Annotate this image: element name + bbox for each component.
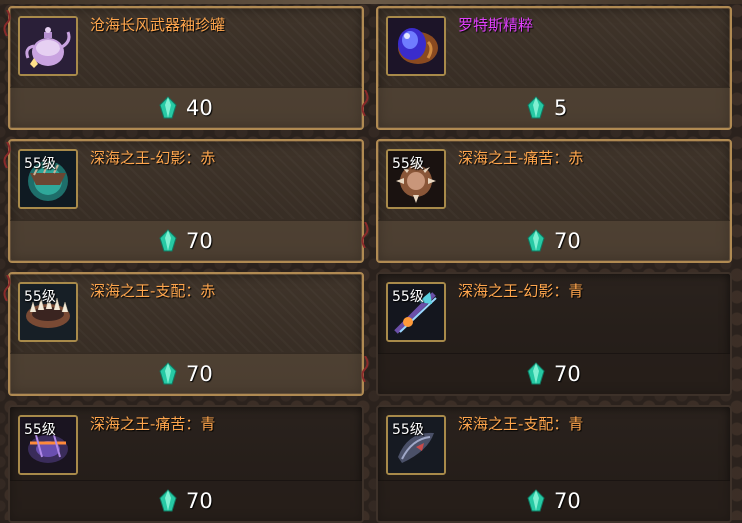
sea-king-dominate-cyan-icon: 55级 <box>386 415 446 475</box>
gem-icon <box>159 96 177 119</box>
sea-king-pain-red-icon: 55级 <box>386 149 446 209</box>
item-name: 深海之王-支配：赤 <box>90 282 216 300</box>
shop-item-card[interactable]: 55级 深海之王-支配：赤 70 <box>8 272 364 396</box>
shop-item-card[interactable]: 沧海长风武器袖珍罐 40 <box>8 6 364 130</box>
shop-item-card[interactable]: 罗特斯精粹 5 <box>376 6 732 130</box>
shop-item-card[interactable]: 55级 深海之王-幻影：赤 70 <box>8 139 364 263</box>
ribbon-ornament <box>360 89 370 117</box>
gem-icon <box>527 362 545 385</box>
shop-item-card[interactable]: 55级 深海之王-痛苦：赤 70 <box>376 139 732 263</box>
price: 70 <box>158 360 213 388</box>
price: 5 <box>526 94 567 122</box>
ribbon-ornament <box>360 221 370 249</box>
price: 70 <box>526 487 581 515</box>
item-level: 55级 <box>24 156 56 172</box>
price-value: 70 <box>554 362 581 386</box>
item-level: 55级 <box>392 422 424 438</box>
item-name: 深海之王-痛苦：青 <box>90 415 216 433</box>
sea-king-dominate-red-icon: 55级 <box>18 282 78 342</box>
item-level: 55级 <box>24 289 56 305</box>
price: 40 <box>158 94 213 122</box>
shop-item-card[interactable]: 55级 深海之王-痛苦：青 70 <box>8 405 364 523</box>
top-strip <box>0 0 742 4</box>
gem-icon <box>527 489 545 512</box>
price-value: 40 <box>186 96 213 120</box>
sea-king-phantom-red-icon: 55级 <box>18 149 78 209</box>
gem-icon <box>527 229 545 252</box>
item-level: 55级 <box>392 156 424 172</box>
price: 70 <box>158 487 213 515</box>
essence-gem-icon <box>386 16 446 76</box>
gem-icon <box>159 362 177 385</box>
price-value: 70 <box>554 489 581 513</box>
price: 70 <box>158 227 213 255</box>
item-name: 深海之王-幻影：赤 <box>90 149 216 167</box>
ribbon-ornament <box>2 141 12 169</box>
item-name: 沧海长风武器袖珍罐 <box>90 16 226 34</box>
price-value: 70 <box>186 229 213 253</box>
price-value: 70 <box>186 489 213 513</box>
shop-item-card[interactable]: 55级 深海之王-支配：青 70 <box>376 405 732 523</box>
sea-king-phantom-cyan-icon: 55级 <box>386 282 446 342</box>
teapot-icon <box>18 16 78 76</box>
sea-king-pain-cyan-icon: 55级 <box>18 415 78 475</box>
price-value: 5 <box>554 96 568 120</box>
gem-icon <box>159 229 177 252</box>
ribbon-ornament <box>2 9 12 37</box>
item-name: 深海之王-支配：青 <box>458 415 584 433</box>
ribbon-ornament <box>360 355 370 383</box>
item-name: 罗特斯精粹 <box>458 16 534 34</box>
price-value: 70 <box>554 229 581 253</box>
item-level: 55级 <box>24 422 56 438</box>
shop-item-card[interactable]: 55级 深海之王-幻影：青 70 <box>376 272 732 396</box>
gem-icon <box>527 96 545 119</box>
ribbon-ornament <box>2 274 12 302</box>
item-name: 深海之王-幻影：青 <box>458 282 584 300</box>
price: 70 <box>526 227 581 255</box>
gem-icon <box>159 489 177 512</box>
price: 70 <box>526 360 581 388</box>
item-level: 55级 <box>392 289 424 305</box>
price-value: 70 <box>186 362 213 386</box>
item-name: 深海之王-痛苦：赤 <box>458 149 584 167</box>
